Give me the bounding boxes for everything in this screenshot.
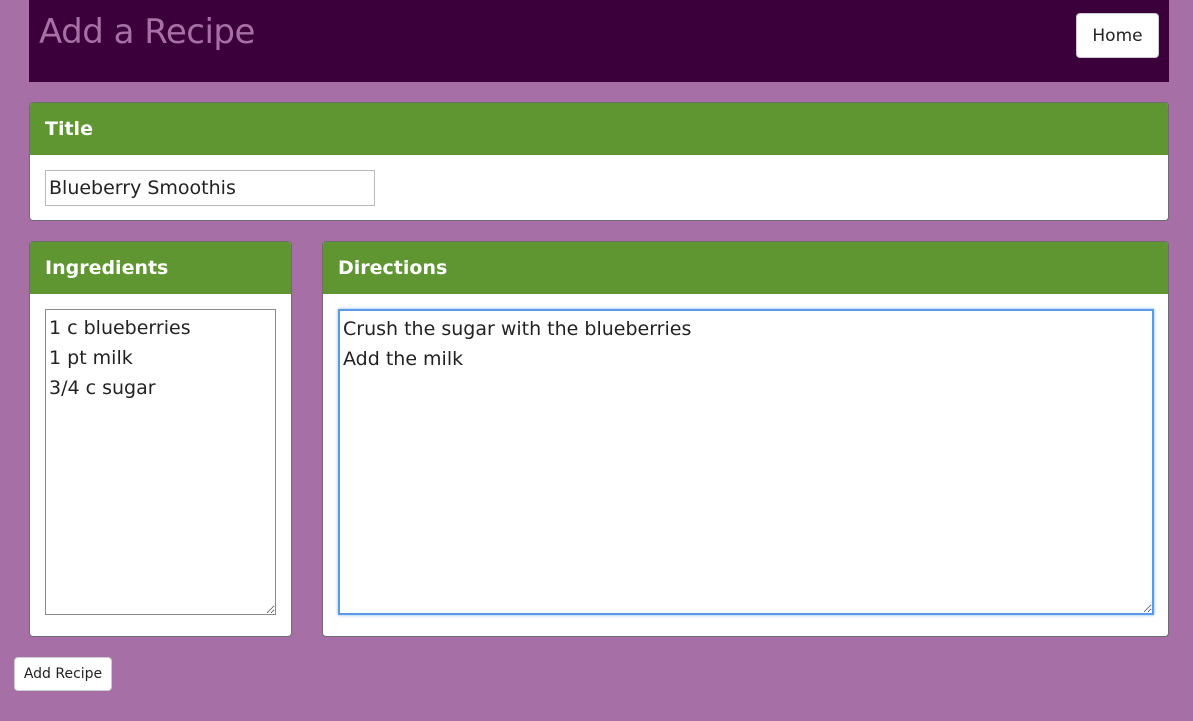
title-panel: Title bbox=[29, 102, 1169, 221]
directions-panel-heading: Directions bbox=[323, 242, 1168, 294]
ingredients-textarea[interactable]: 1 c blueberries 1 pt milk 3/4 c sugar bbox=[45, 309, 276, 615]
title-panel-heading: Title bbox=[30, 103, 1168, 155]
ingredients-panel: Ingredients 1 c blueberries 1 pt milk 3/… bbox=[29, 241, 292, 637]
ingredients-panel-heading: Ingredients bbox=[30, 242, 291, 294]
top-header: Add a Recipe Home bbox=[29, 0, 1169, 82]
add-recipe-button[interactable]: Add Recipe bbox=[14, 657, 112, 691]
page-title: Add a Recipe bbox=[39, 12, 255, 52]
title-input[interactable] bbox=[45, 170, 375, 206]
directions-panel: Directions Crush the sugar with the blue… bbox=[322, 241, 1169, 637]
home-button[interactable]: Home bbox=[1076, 13, 1159, 58]
directions-textarea[interactable]: Crush the sugar with the blueberries Add… bbox=[338, 309, 1154, 615]
